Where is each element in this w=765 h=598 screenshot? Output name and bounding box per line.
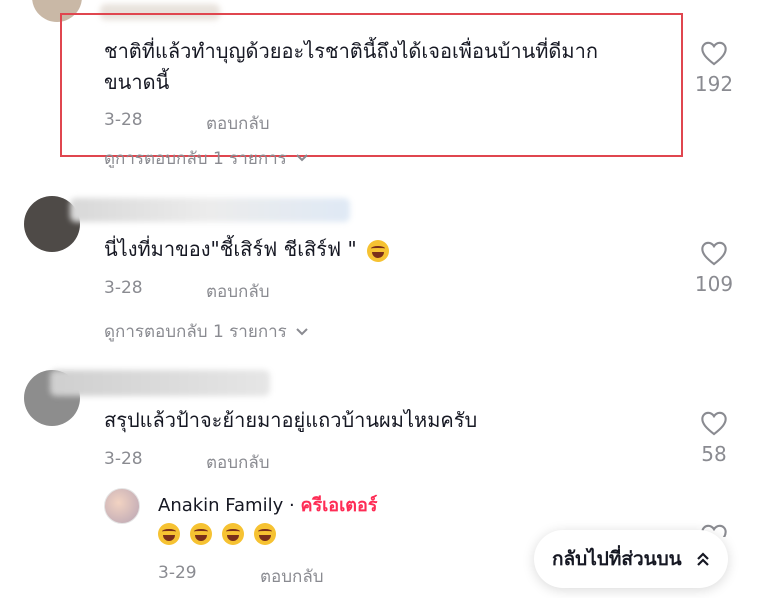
creator-badge: ครีเอเตอร์ bbox=[300, 495, 378, 516]
heart-icon bbox=[701, 411, 727, 436]
chevron-down-icon bbox=[296, 327, 308, 335]
comment-date: 3-29 bbox=[158, 563, 197, 583]
rolling-laughing-emoji bbox=[222, 523, 244, 545]
view-replies-button[interactable]: ดูการตอบกลับ 1 รายการ bbox=[104, 148, 309, 168]
blurred-username bbox=[50, 370, 270, 396]
view-replies-button[interactable]: ดูการตอบกลับ 1 รายการ bbox=[104, 318, 309, 345]
like-count: 192 bbox=[694, 72, 734, 96]
name-separator: · bbox=[288, 495, 295, 516]
heart-icon bbox=[701, 41, 727, 66]
reply-button[interactable]: ตอบกลับ bbox=[206, 278, 270, 305]
comment-text: ชาติที่แล้วทำบุญด้วยอะไรชาตินี้ถึงได้เจอ… bbox=[104, 39, 598, 63]
creator-name[interactable]: Anakin Family bbox=[158, 495, 283, 516]
rolling-laughing-emoji bbox=[367, 239, 390, 262]
comment-text-content: นี่ไงที่มาของ"ชี้เสิร์ฟ ชีเสิร์ฟ " bbox=[104, 237, 357, 261]
comment-text: นี่ไงที่มาของ"ชี้เสิร์ฟ ชีเสิร์ฟ " bbox=[104, 234, 399, 264]
reply-button[interactable]: ตอบกลับ bbox=[260, 563, 324, 590]
comment-date: 3-28 bbox=[104, 110, 143, 130]
reply-button[interactable]: ตอบกลับ bbox=[206, 449, 270, 476]
chevron-down-icon bbox=[296, 154, 308, 162]
comment-text-continued: ขนาดนี้ bbox=[104, 70, 170, 94]
back-to-top-button[interactable]: กลับไปที่ส่วนบน bbox=[534, 530, 728, 588]
like-count: 109 bbox=[694, 272, 734, 296]
like-count: 58 bbox=[701, 442, 727, 466]
comment-date: 3-28 bbox=[104, 449, 143, 469]
comment-text: สรุปแล้วป้าจะย้ายมาอยู่แถวบ้านผมไหมครับ bbox=[104, 408, 478, 432]
heart-icon bbox=[701, 241, 727, 266]
creator-header: Anakin Family · ครีเอเตอร์ bbox=[158, 490, 377, 519]
rolling-laughing-emoji bbox=[158, 523, 180, 545]
like-button[interactable]: 58 bbox=[684, 410, 744, 466]
creator-avatar[interactable] bbox=[104, 488, 140, 524]
reply-button[interactable]: ตอบกลับ bbox=[206, 110, 270, 137]
back-to-top-label: กลับไปที่ส่วนบน bbox=[552, 548, 682, 570]
view-replies-label: ดูการตอบกลับ 1 รายการ bbox=[104, 148, 287, 169]
blurred-username bbox=[70, 198, 350, 222]
creator-reply-text bbox=[158, 523, 286, 545]
view-replies-label: ดูการตอบกลับ 1 รายการ bbox=[104, 322, 287, 342]
like-button[interactable]: 109 bbox=[684, 240, 744, 296]
rolling-laughing-emoji bbox=[190, 523, 212, 545]
like-button[interactable]: 192 bbox=[684, 40, 744, 96]
comment-date: 3-28 bbox=[104, 278, 143, 298]
chevron-double-up-icon bbox=[696, 552, 709, 566]
rolling-laughing-emoji bbox=[254, 523, 276, 545]
